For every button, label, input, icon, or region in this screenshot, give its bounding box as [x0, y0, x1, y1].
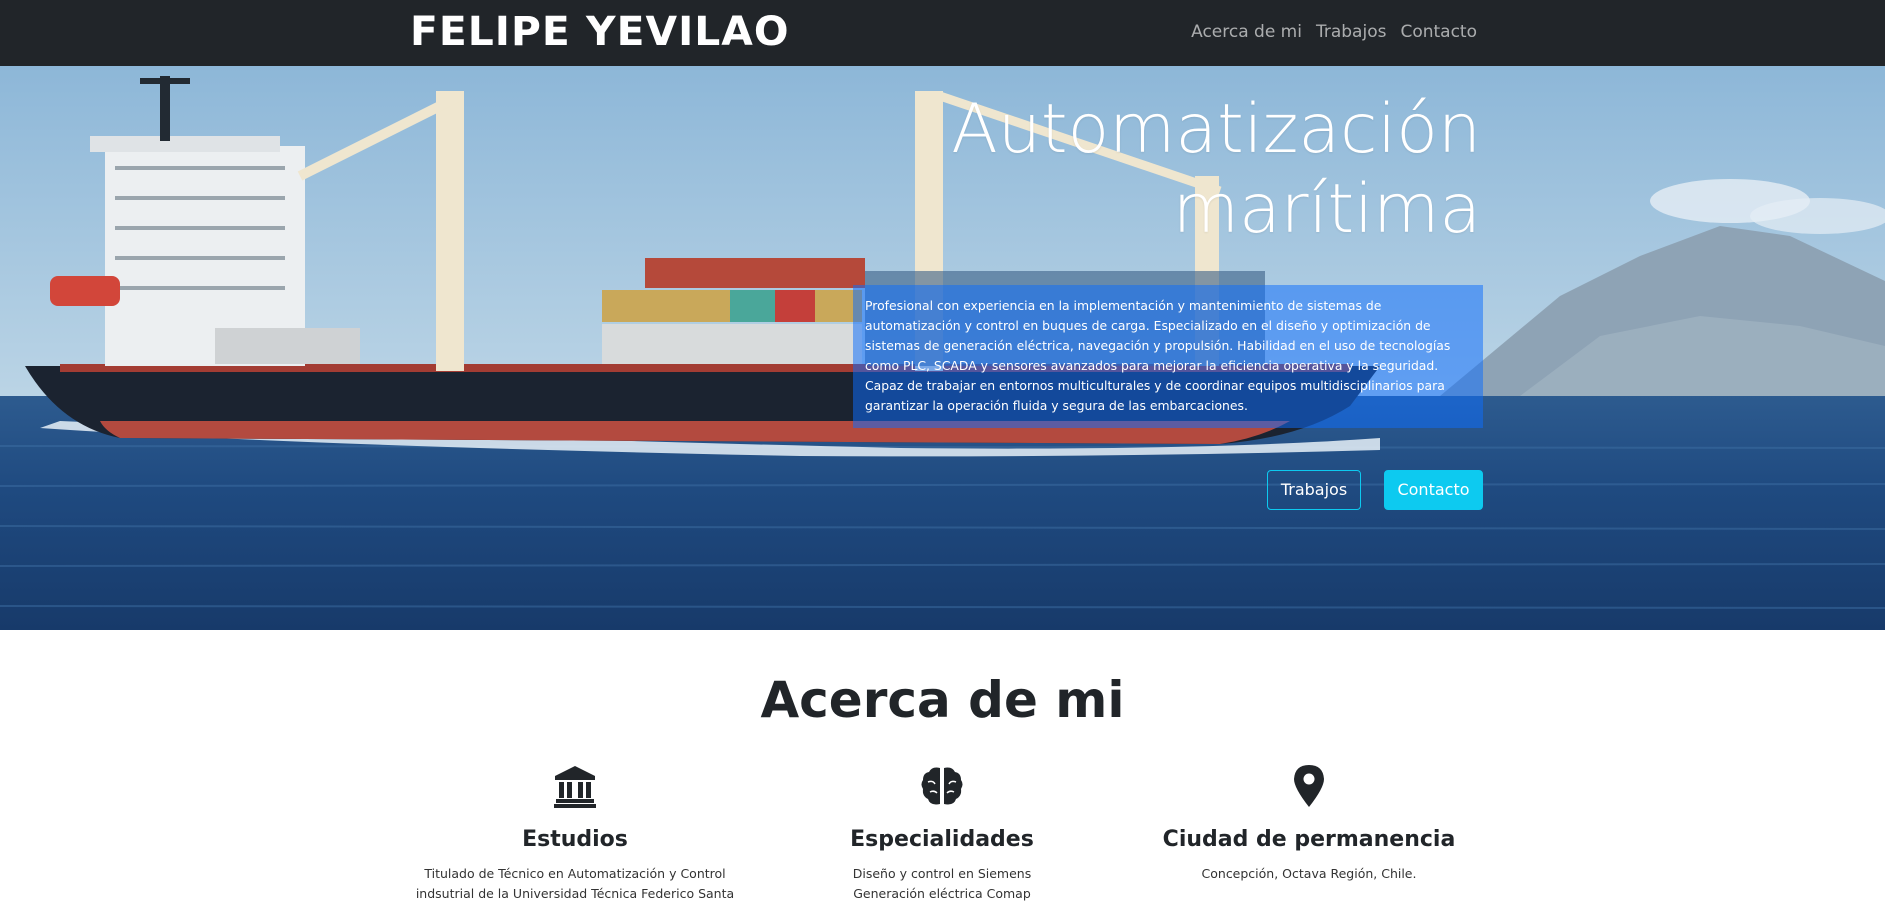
- about-title: Acerca de mi: [760, 671, 1125, 729]
- hero-section: Automatización marítima Profesional con …: [0, 66, 1885, 630]
- feature-text-ciudad: Concepción, Octava Región, Chile.: [1139, 864, 1479, 884]
- feature-heading-estudios: Estudios: [522, 827, 628, 852]
- nav-link-acerca[interactable]: Acerca de mi: [1191, 18, 1302, 46]
- map-pin-icon: [1294, 765, 1324, 807]
- nav-link-contacto[interactable]: Contacto: [1400, 18, 1477, 46]
- feature-text-estudios-line2: indsutrial de la Universidad Técnica Fed…: [415, 886, 735, 901]
- navbar: FELIPE YEVILAO Acerca de mi Trabajos Con…: [0, 0, 1885, 66]
- feature-text-estudios-line1: Titulado de Técnico en Automatización y …: [424, 866, 726, 881]
- feature-text-estudios: Titulado de Técnico en Automatización y …: [405, 864, 745, 904]
- hero-title: Automatización marítima: [781, 90, 1481, 250]
- feature-especialidades: Especialidades Diseño y control en Sieme…: [772, 764, 1112, 904]
- hero-title-line2: marítima: [1172, 170, 1481, 249]
- feature-text-ciudad-line1: Concepción, Octava Región, Chile.: [1201, 866, 1417, 881]
- brand-logo[interactable]: FELIPE YEVILAO: [410, 7, 790, 57]
- nav-link-trabajos[interactable]: Trabajos: [1316, 18, 1386, 46]
- feature-text-especialidades-line1: Diseño y control en Siemens: [852, 866, 1032, 881]
- feature-heading-ciudad: Ciudad de permanencia: [1162, 827, 1456, 852]
- feature-ciudad: Ciudad de permanencia Concepción, Octava…: [1139, 764, 1479, 884]
- institution-icon: [554, 766, 596, 808]
- feature-text-especialidades: Diseño y control en Siemens Generación e…: [772, 864, 1112, 904]
- feature-heading-especialidades: Especialidades: [850, 827, 1034, 852]
- hero-description: Profesional con experiencia en la implem…: [853, 285, 1483, 428]
- nav-links: Acerca de mi Trabajos Contacto: [1191, 18, 1477, 46]
- feature-text-especialidades-line2: Generación eléctrica Comap: [853, 886, 1031, 901]
- trabajos-button[interactable]: Trabajos: [1267, 470, 1361, 510]
- hero-title-line1: Automatización: [951, 90, 1481, 169]
- feature-estudios: Estudios Titulado de Técnico en Automati…: [405, 764, 745, 904]
- brain-icon: [921, 767, 963, 805]
- contacto-button[interactable]: Contacto: [1384, 470, 1483, 510]
